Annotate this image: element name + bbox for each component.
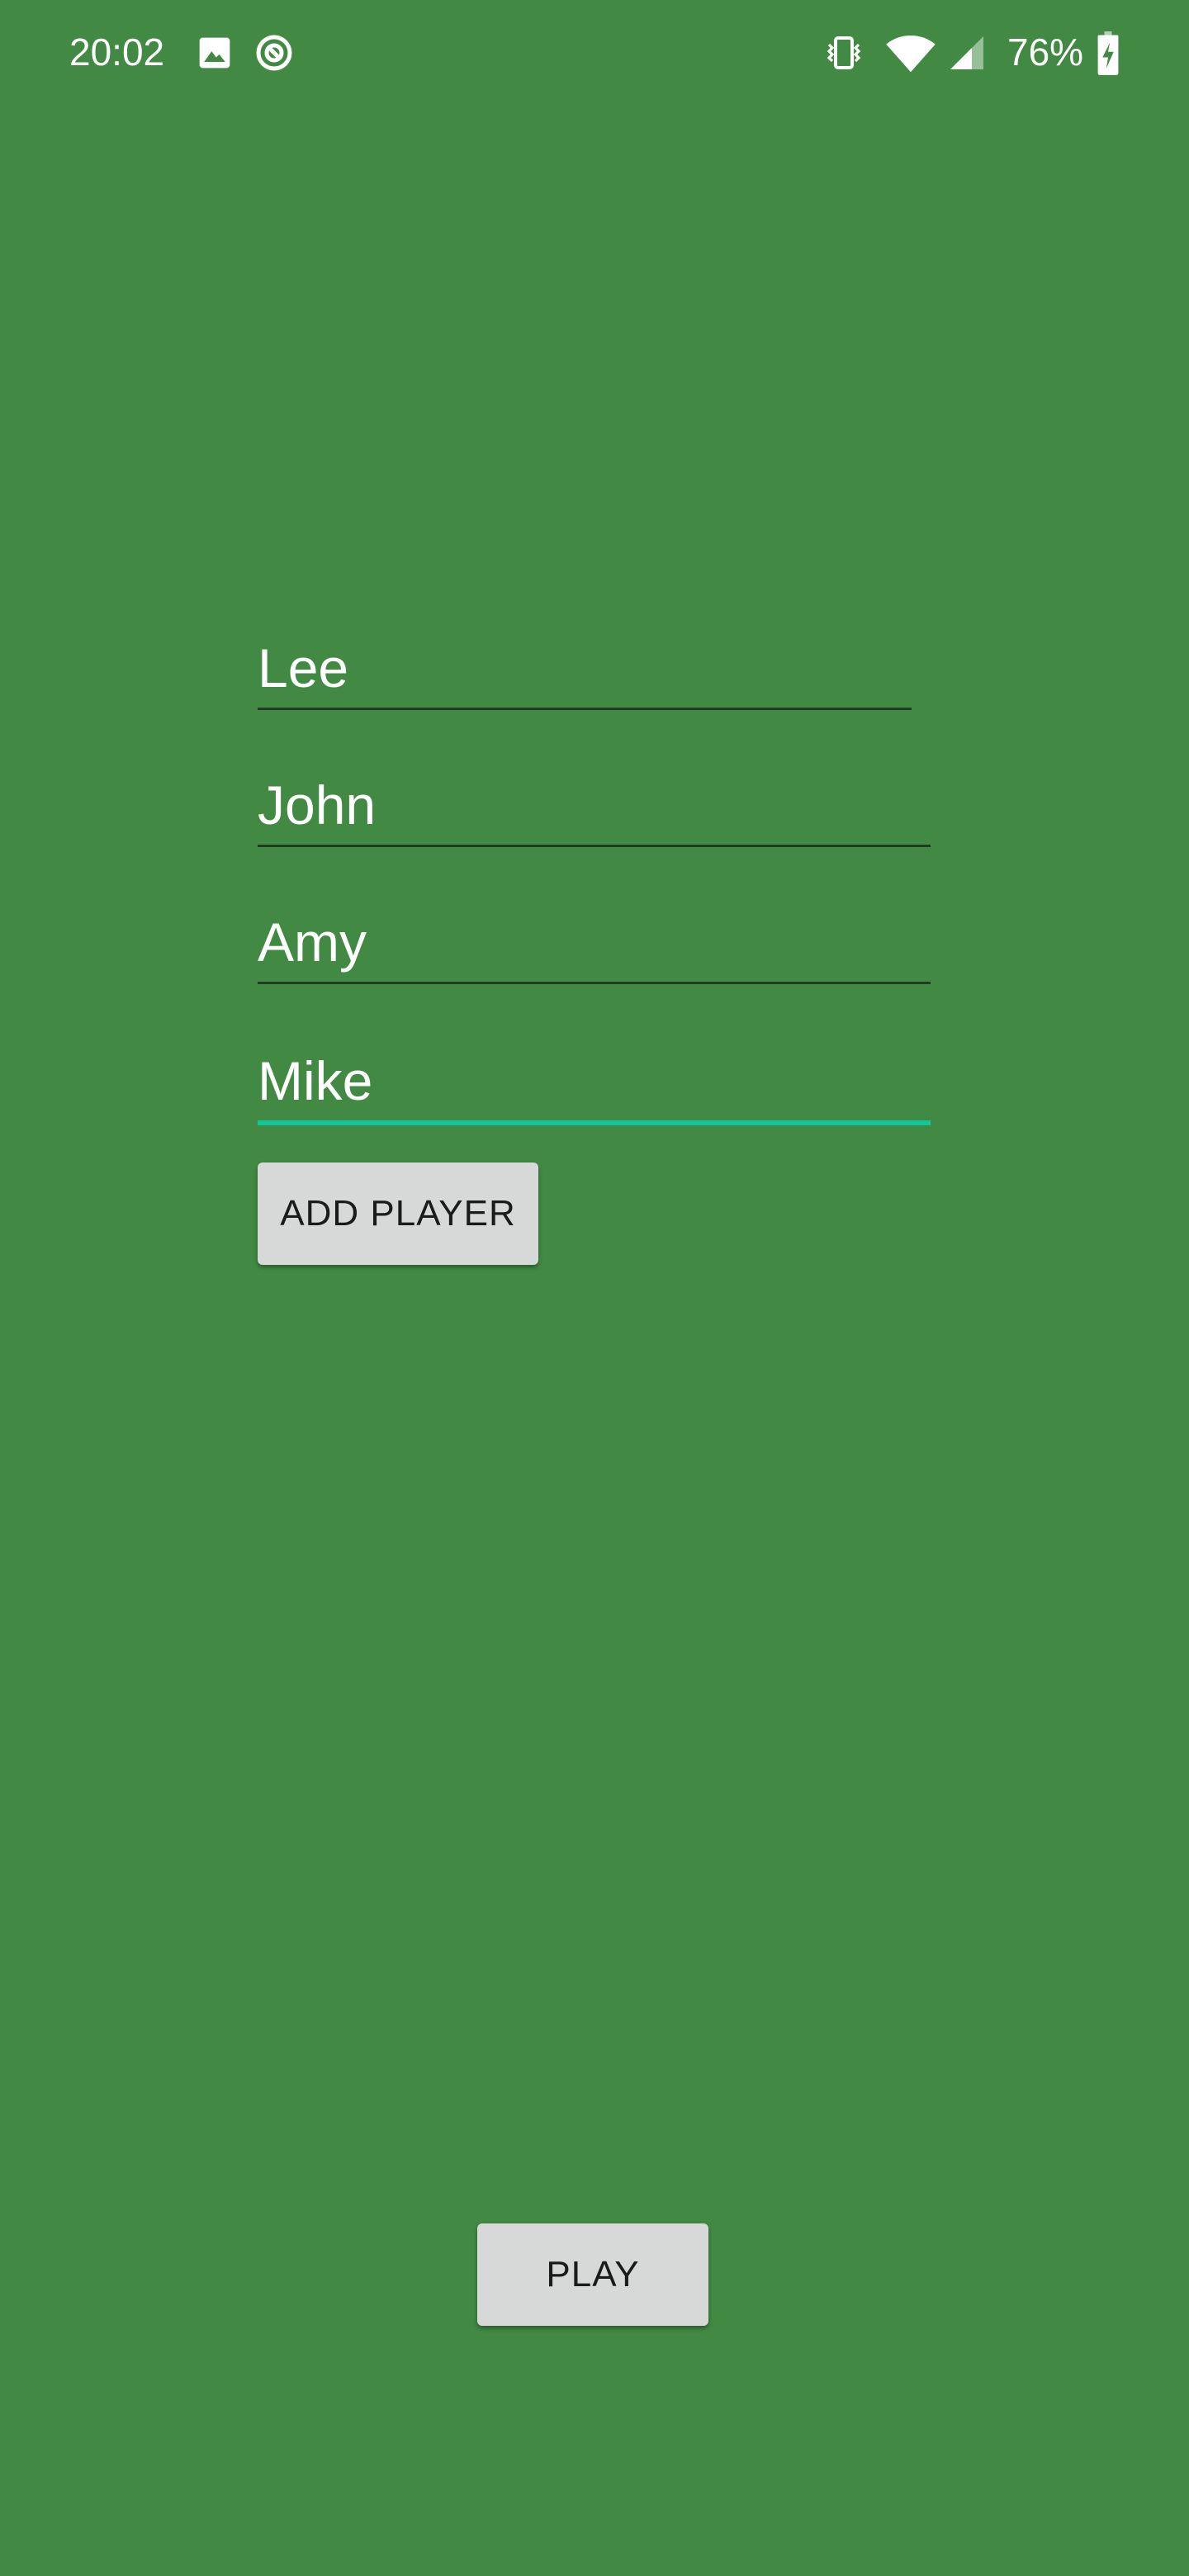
play-button[interactable]: PLAY — [477, 2223, 708, 2326]
player-name-input[interactable] — [258, 909, 931, 975]
player-name-field[interactable] — [258, 909, 931, 984]
battery-percent: 76% — [1007, 31, 1084, 73]
status-time: 20:02 — [69, 31, 165, 73]
add-player-button[interactable]: ADD PLAYER — [258, 1163, 538, 1265]
focus-mode-icon — [256, 35, 292, 71]
vibrate-icon — [827, 36, 861, 69]
player-name-input[interactable] — [258, 1048, 931, 1114]
image-icon — [199, 37, 230, 69]
wifi-icon — [886, 36, 936, 73]
player-name-field[interactable] — [258, 635, 912, 710]
player-name-field[interactable] — [258, 772, 931, 847]
cell-signal-icon — [950, 36, 983, 69]
player-name-input[interactable] — [258, 772, 931, 838]
status-bar: 20:02 76% — [0, 0, 1189, 104]
player-name-input[interactable] — [258, 635, 912, 701]
battery-charging-icon — [1097, 31, 1119, 75]
player-name-field-active[interactable] — [258, 1048, 931, 1125]
